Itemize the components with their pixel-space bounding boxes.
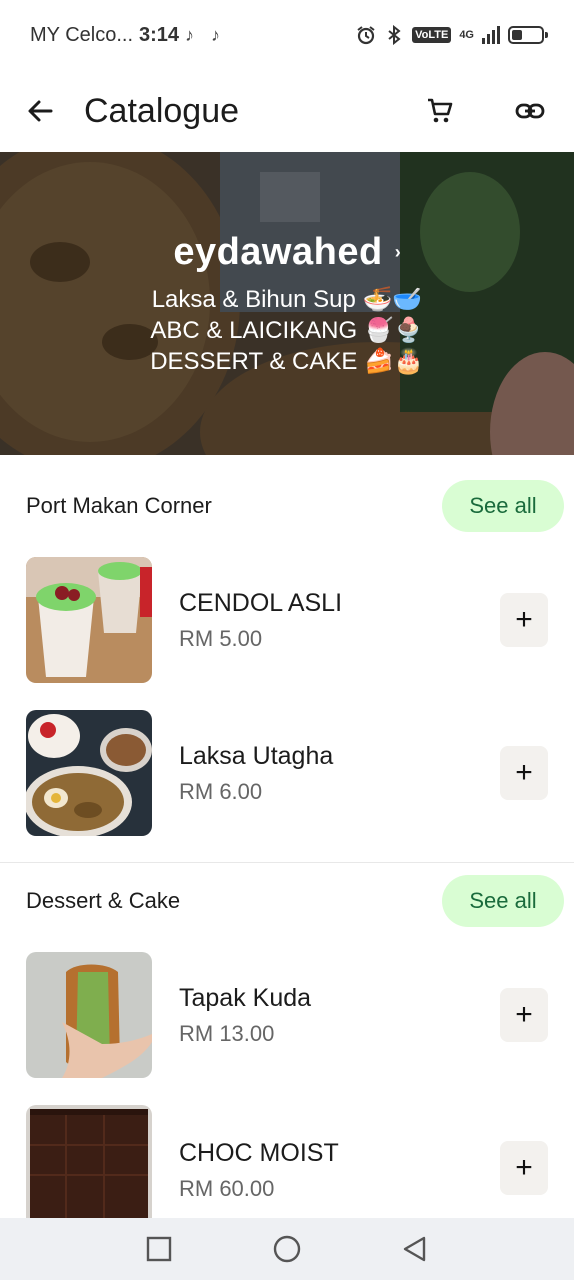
status-left: MY Celco... 3:14 ♪ ♪ [30, 24, 231, 47]
share-link-button[interactable] [510, 91, 550, 131]
status-bar: MY Celco... 3:14 ♪ ♪ VoLTE 4G [0, 0, 574, 70]
product-photo [26, 710, 152, 836]
page-title: Catalogue [84, 91, 240, 130]
recent-apps-icon [146, 1236, 172, 1262]
collection-header: Dessert & Cake See all [0, 871, 574, 931]
product-photo [26, 557, 152, 683]
back-button[interactable] [20, 91, 60, 131]
alarm-icon [357, 26, 375, 45]
add-to-cart-button[interactable]: + [500, 1141, 548, 1195]
cover-content: eydawahed › Laksa & Bihun Sup 🍜🥣 ABC & L… [0, 152, 574, 455]
arrow-back-icon [28, 100, 53, 122]
tiktok-notification-icon: ♪ [185, 25, 195, 45]
product-item[interactable]: CENDOL ASLI RM 5.00 + [0, 557, 574, 683]
product-item[interactable]: Laksa Utagha RM 6.00 + [0, 710, 574, 836]
battery-icon [508, 26, 548, 44]
business-description-line: DESSERT & CAKE 🍰🎂 [150, 347, 424, 375]
home-icon [273, 1235, 301, 1263]
see-all-button[interactable]: See all [442, 875, 564, 927]
clock: 3:14 [139, 23, 180, 46]
product-info: Laksa Utagha RM 6.00 [179, 742, 500, 805]
business-name: eydawahed [173, 230, 383, 273]
product-price: RM 13.00 [179, 1020, 275, 1046]
product-name: Tapak Kuda [179, 983, 312, 1012]
collection-title: Port Makan Corner [26, 493, 212, 518]
product-price: RM 6.00 [179, 778, 263, 804]
app-actions [420, 91, 554, 131]
product-image [26, 557, 152, 683]
system-back-button[interactable] [400, 1234, 430, 1264]
collection-header: Port Makan Corner See all [0, 476, 574, 536]
product-item[interactable]: CHOC MOIST RM 60.00 + [0, 1105, 574, 1218]
product-price: RM 60.00 [179, 1176, 275, 1201]
business-cover[interactable]: eydawahed › Laksa & Bihun Sup 🍜🥣 ABC & L… [0, 152, 574, 455]
product-name: Laksa Utagha [179, 741, 334, 770]
cart-button[interactable] [420, 91, 460, 131]
add-to-cart-button[interactable]: + [500, 988, 548, 1042]
product-info: CENDOL ASLI RM 5.00 [179, 589, 500, 652]
home-button[interactable] [272, 1234, 302, 1264]
bluetooth-icon [388, 25, 401, 45]
back-icon [403, 1236, 426, 1262]
business-description-line: ABC & LAICIKANG 🍧🍨 [150, 316, 424, 344]
see-all-button[interactable]: See all [442, 480, 564, 532]
carrier-label: MY Celco... [30, 23, 133, 46]
recent-apps-button[interactable] [144, 1234, 174, 1264]
business-name-row[interactable]: eydawahed › [173, 231, 400, 274]
product-item[interactable]: Tapak Kuda RM 13.00 + [0, 952, 574, 1078]
product-info: CHOC MOIST RM 60.00 [179, 1105, 500, 1202]
business-description-line: Laksa & Bihun Sup 🍜🥣 [151, 285, 423, 313]
tiktok-notification-icon: ♪ [211, 25, 221, 45]
status-right: VoLTE 4G [356, 25, 548, 45]
product-name: CENDOL ASLI [179, 588, 343, 617]
app-bar: Catalogue [0, 70, 574, 152]
battery-level [512, 30, 522, 40]
product-info: Tapak Kuda RM 13.00 [179, 984, 500, 1047]
product-image [26, 1105, 152, 1218]
collection-title: Dessert & Cake [26, 888, 181, 913]
network-type: 4G [459, 29, 474, 41]
cart-icon [428, 98, 453, 123]
product-image [26, 952, 152, 1078]
chevron-right-icon: › [394, 241, 401, 262]
add-to-cart-button[interactable]: + [500, 593, 548, 647]
section-divider [0, 862, 574, 863]
product-price: RM 5.00 [179, 625, 263, 651]
add-to-cart-button[interactable]: + [500, 746, 548, 800]
volte-badge: VoLTE [412, 27, 452, 43]
system-nav-bar [0, 1218, 574, 1280]
product-name: CHOC MOIST [179, 1139, 339, 1167]
link-icon [515, 103, 545, 119]
product-photo [26, 952, 152, 1078]
product-image [26, 710, 152, 836]
product-photo [26, 1105, 152, 1218]
signal-icon [482, 26, 500, 44]
